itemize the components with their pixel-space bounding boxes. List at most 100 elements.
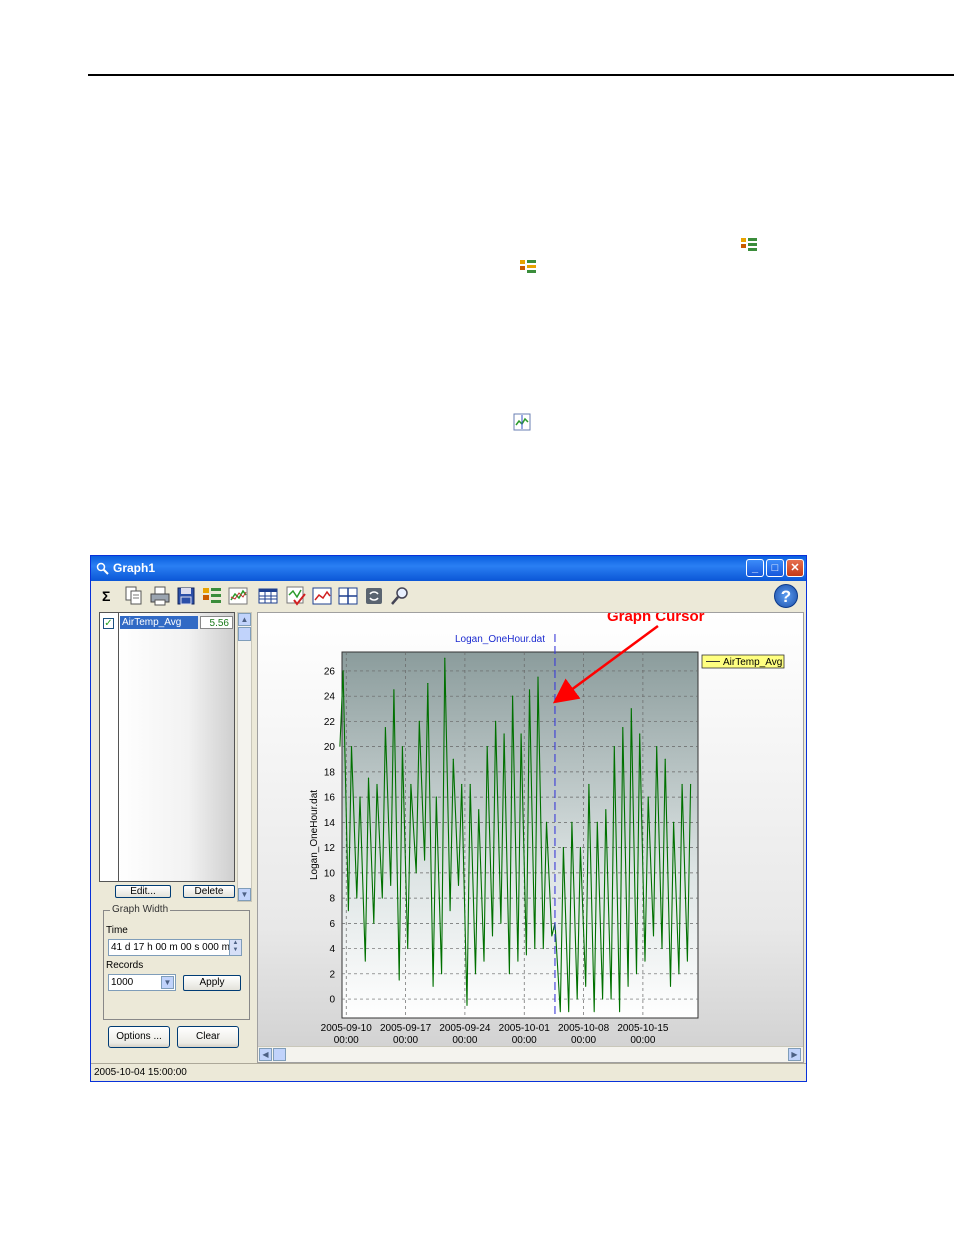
time-spinner[interactable]: ▲ ▼ xyxy=(229,940,241,955)
cursor-icon[interactable] xyxy=(337,585,359,607)
y-tick-label: 22 xyxy=(324,717,336,728)
time-input[interactable]: 41 d 17 h 00 m 00 s 000 ms ▲ ▼ xyxy=(108,939,242,956)
x-tick-date: 2005-09-24 xyxy=(439,1023,491,1034)
data-point xyxy=(452,758,454,760)
y-tick-label: 6 xyxy=(329,919,335,930)
left-panel: ✓ AirTemp_Avg 5.56 ▲ ▼ Edit... Delete Gr… xyxy=(97,612,253,1048)
scroll-left-icon[interactable]: ◀ xyxy=(259,1048,272,1061)
edit-button[interactable]: Edit... xyxy=(115,885,171,898)
scroll-up-icon[interactable]: ▲ xyxy=(238,613,251,626)
data-point xyxy=(664,758,666,760)
data-point xyxy=(512,695,514,697)
data-point xyxy=(528,689,531,691)
y-tick-label: 8 xyxy=(329,894,335,905)
data-point xyxy=(571,821,573,823)
toolbar: Σ ? xyxy=(95,582,802,610)
options-button[interactable]: Options ... xyxy=(108,1026,170,1048)
line-graph-icon[interactable] xyxy=(311,585,333,607)
values-column xyxy=(119,613,234,881)
graph-horizontal-scrollbar[interactable]: ◀ ▶ xyxy=(258,1046,803,1062)
field-list-icon xyxy=(740,236,758,254)
maximize-button[interactable]: □ xyxy=(766,559,784,577)
data-point xyxy=(342,670,344,672)
y-tick-label: 0 xyxy=(329,995,335,1006)
data-point xyxy=(469,783,471,786)
y-tick-label: 10 xyxy=(324,868,336,879)
scroll-down-icon[interactable]: ▼ xyxy=(238,888,251,901)
data-point xyxy=(537,676,539,678)
apply-button[interactable]: Apply xyxy=(183,975,241,991)
data-point xyxy=(461,783,463,786)
data-point xyxy=(656,746,658,748)
x-tick-time: 00:00 xyxy=(512,1035,537,1046)
list-scrollbar[interactable]: ▲ ▼ xyxy=(237,612,252,902)
page-header-rule xyxy=(88,74,954,76)
copy-icon[interactable] xyxy=(123,585,145,607)
chart[interactable]: 024681012141618202224262005-09-1000:0020… xyxy=(258,613,803,1047)
graph-cursor-icon xyxy=(513,413,531,431)
field-list: ✓ AirTemp_Avg 5.56 xyxy=(99,612,235,882)
y-tick-label: 14 xyxy=(324,818,336,829)
y-tick-label: 4 xyxy=(329,944,335,955)
title-bar[interactable]: Graph1 _ □ ✕ xyxy=(91,556,806,581)
data-point xyxy=(562,847,564,849)
y-axis-label: Logan_OneHour.dat xyxy=(309,790,320,880)
sigma-icon[interactable]: Σ xyxy=(97,585,119,607)
field-value: 5.56 xyxy=(200,616,233,629)
records-label: Records xyxy=(106,960,144,971)
y-tick-label: 20 xyxy=(324,742,336,753)
zoom-icon[interactable] xyxy=(389,585,411,607)
close-button[interactable]: ✕ xyxy=(786,559,804,577)
chevron-down-icon[interactable]: ▼ xyxy=(161,976,174,989)
x-tick-time: 00:00 xyxy=(393,1035,418,1046)
table-icon[interactable] xyxy=(257,585,279,607)
x-tick-time: 00:00 xyxy=(571,1035,596,1046)
x-tick-time: 00:00 xyxy=(334,1035,359,1046)
data-point xyxy=(393,689,395,691)
data-point xyxy=(520,733,522,735)
save-icon[interactable] xyxy=(175,585,197,607)
data-point xyxy=(690,783,692,786)
scroll-thumb[interactable] xyxy=(273,1048,286,1061)
y-tick-label: 2 xyxy=(329,969,335,980)
time-label: Time xyxy=(106,925,128,936)
data-point xyxy=(596,821,598,823)
graph-width-legend: Graph Width xyxy=(110,904,171,915)
print-icon[interactable] xyxy=(149,585,171,607)
refresh-icon[interactable] xyxy=(363,585,385,607)
data-point xyxy=(639,733,641,735)
data-point xyxy=(630,708,632,710)
graph-icon[interactable] xyxy=(227,585,249,607)
annotation-text: Graph Cursor xyxy=(607,613,705,625)
field-checkbox[interactable]: ✓ xyxy=(103,618,114,629)
data-point xyxy=(613,746,615,748)
x-tick-date: 2005-10-15 xyxy=(617,1023,669,1034)
scroll-right-icon[interactable]: ▶ xyxy=(788,1048,801,1061)
checked-graph-icon[interactable] xyxy=(285,585,307,607)
data-point xyxy=(605,809,607,811)
data-point xyxy=(545,821,548,823)
help-icon[interactable]: ? xyxy=(774,584,798,608)
scroll-thumb[interactable] xyxy=(238,627,251,641)
delete-button[interactable]: Delete xyxy=(183,885,235,898)
graph-width-group: Graph Width Time 41 d 17 h 00 m 00 s 000… xyxy=(103,904,250,1020)
data-point xyxy=(350,746,353,748)
checkbox-column: ✓ xyxy=(100,613,119,881)
records-combo[interactable]: 1000 ▼ xyxy=(108,974,176,991)
field-name[interactable]: AirTemp_Avg xyxy=(120,616,198,629)
clear-button[interactable]: Clear xyxy=(177,1026,239,1048)
data-point xyxy=(418,720,420,722)
legend-entry: AirTemp_Avg xyxy=(723,657,782,668)
y-tick-label: 26 xyxy=(324,666,336,677)
data-point xyxy=(486,746,488,748)
app-icon xyxy=(96,562,109,575)
x-tick-date: 2005-10-01 xyxy=(499,1023,551,1034)
data-point xyxy=(435,796,437,798)
minimize-button[interactable]: _ xyxy=(746,559,764,577)
data-point xyxy=(478,809,480,811)
x-tick-time: 00:00 xyxy=(452,1035,477,1046)
window-title: Graph1 xyxy=(113,561,156,575)
field-list-icon[interactable] xyxy=(201,585,223,607)
data-point xyxy=(588,783,590,786)
graph-window: Graph1 _ □ ✕ Σ ? ✓ AirTemp_Avg 5.56 ▲ ▼ … xyxy=(90,555,807,1082)
